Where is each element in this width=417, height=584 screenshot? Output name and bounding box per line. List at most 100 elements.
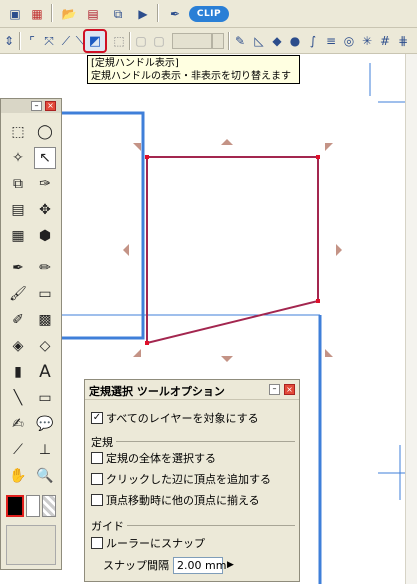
minimize-button[interactable]: – (269, 384, 280, 395)
toolbar-separator (19, 32, 21, 50)
select-whole-checkbox[interactable] (91, 452, 103, 464)
toolbar-separator (228, 32, 230, 50)
ruler-tool-icon[interactable]: ▤ (7, 199, 29, 221)
zoom-icon[interactable]: 🔍 (34, 465, 56, 487)
move-icon[interactable]: ✥ (34, 199, 56, 221)
tool-toolbar: ⇕ ⌜ ⤧ ⟋ ⟍ ◩ ⬚ ▢ ▢ ✎ ◺ ◆ ● ∫ ≡ ◎ ✳ # ⋕ (0, 28, 417, 54)
handle-marker (325, 143, 333, 151)
minimize-button[interactable]: – (31, 101, 42, 111)
toolbar-separator (157, 4, 159, 22)
grid-icon[interactable]: # (376, 32, 394, 50)
radial-icon[interactable]: ✳ (358, 32, 376, 50)
bucket-icon[interactable]: ◇ (34, 335, 56, 357)
close-button[interactable]: × (284, 384, 295, 395)
triangle-icon[interactable]: ◺ (250, 32, 268, 50)
magic-wand-icon[interactable]: ✧ (7, 147, 29, 169)
gradient-icon[interactable]: ▮ (7, 361, 29, 383)
correction-icon[interactable]: ⟋ (7, 439, 29, 461)
rectangle-icon[interactable]: ▭ (34, 387, 56, 409)
disabled-field (172, 33, 212, 49)
pen-icon[interactable]: ✎ (231, 32, 249, 50)
more-icon[interactable]: ⋕ (394, 32, 412, 50)
transform-icon[interactable]: ⤧ (40, 32, 58, 50)
new-page-icon[interactable]: ▤ (84, 5, 102, 23)
foreground-color-swatch[interactable] (6, 495, 24, 517)
balloon-pen-icon[interactable]: ✍ (7, 413, 29, 435)
text-icon[interactable]: A (34, 361, 56, 383)
close-button[interactable]: × (45, 101, 56, 111)
pencil-icon[interactable]: ✏ (34, 257, 56, 279)
tool-preview-area (6, 525, 56, 565)
brush-icon[interactable]: 🖌 (7, 283, 29, 305)
eyedropper-icon[interactable]: ✑ (34, 173, 56, 195)
play-icon[interactable]: ▶ (134, 5, 152, 23)
toolbar-separator (129, 32, 131, 50)
ruler-snap-option[interactable]: ルーラーにスナップ (91, 535, 205, 551)
object-select-icon[interactable]: ↖ (34, 147, 56, 169)
tooltip-title: [定規ハンドル表示] (91, 58, 179, 69)
ruler-snap-label: ルーラーにスナップ (106, 537, 205, 550)
add-vertex-checkbox[interactable] (91, 473, 103, 485)
stamp-icon[interactable]: ⊥ (34, 439, 56, 461)
circle-icon[interactable]: ● (286, 32, 304, 50)
tooltip-description: 定規ハンドルの表示・非表示を切り替えます (91, 71, 291, 82)
palette-titlebar[interactable]: – × (1, 99, 61, 113)
option-titlebar[interactable]: 定規選択 ツールオプション – × (85, 380, 299, 400)
dotted-select-icon[interactable]: ⬚ (110, 32, 128, 50)
page-manager-icon[interactable]: ⧉ (109, 5, 127, 23)
window-icon[interactable]: ▣ (6, 5, 24, 23)
spin-arrow-icon[interactable]: ▶ (227, 560, 234, 570)
corner-select-icon[interactable]: ⌜ (23, 32, 41, 50)
marker-icon[interactable]: ✐ (7, 309, 29, 331)
transparent-color-swatch[interactable] (42, 495, 56, 517)
handle-marker (123, 244, 129, 256)
snap-interval-label: スナップ間隔 (103, 559, 169, 572)
vertical-scrollbar[interactable] (405, 54, 417, 584)
add-vertex-label: クリックした辺に頂点を追加する (106, 473, 271, 486)
add-vertex-option[interactable]: クリックした辺に頂点を追加する (91, 471, 271, 487)
all-layers-label: すべてのレイヤーを対象にする (106, 412, 259, 425)
all-layers-checkbox[interactable]: ✓ (91, 412, 103, 424)
color-palette-icon[interactable]: ▦ (28, 5, 46, 23)
tone-icon[interactable]: ▩ (34, 309, 56, 331)
pen-settings-icon[interactable]: ✒ (166, 5, 184, 23)
eraser-icon[interactable]: ▭ (34, 283, 56, 305)
frame-icon[interactable]: ▦ (7, 225, 29, 247)
all-layers-option[interactable]: ✓ すべてのレイヤーを対象にする (91, 410, 259, 426)
ruler-handle-toggle-button[interactable]: ◩ (83, 29, 107, 53)
section-guide-label: ガイド (91, 520, 127, 533)
curve-icon[interactable]: ∫ (304, 32, 322, 50)
tool-palette: – × ⬚ ◯ ✧ ↖ ⧉ ✑ ▤ ✥ ▦ ⬢ ✒ ✏ 🖌 ▭ ✐ ▩ ◈ ◇ … (0, 98, 62, 570)
up-down-arrow-icon[interactable]: ⇕ (0, 32, 18, 50)
handle-marker (221, 356, 233, 362)
tool-option-window: 定規選択 ツールオプション – × ✓ すべてのレイヤーを対象にする 定規 定規… (84, 379, 300, 582)
fill-icon[interactable]: ◈ (7, 335, 29, 357)
align-vertex-option[interactable]: 頂点移動時に他の頂点に揃える (91, 492, 260, 508)
layer-move-icon[interactable]: ⧉ (7, 173, 29, 195)
parallel-lines-icon[interactable]: ≡ (322, 32, 340, 50)
pen-tool-icon[interactable]: ✒ (7, 257, 29, 279)
background-color-swatch[interactable] (26, 495, 40, 517)
select-whole-label: 定規の全体を選択する (106, 452, 216, 465)
concentric-icon[interactable]: ◎ (340, 32, 358, 50)
handle-marker (336, 244, 342, 256)
align-vertex-checkbox[interactable] (91, 494, 103, 506)
clip-logo[interactable]: CLIP (189, 6, 229, 22)
open-folder-icon[interactable]: 📂 (60, 5, 78, 23)
balloon-icon[interactable]: 💬 (34, 413, 56, 435)
select-whole-option[interactable]: 定規の全体を選択する (91, 450, 216, 466)
disabled-spin (212, 33, 224, 49)
hand-icon[interactable]: ✋ (7, 465, 29, 487)
lasso-icon[interactable]: ◯ (34, 121, 56, 143)
toolbar-separator (51, 4, 53, 22)
cube-icon[interactable]: ◆ (268, 32, 286, 50)
3d-icon[interactable]: ⬢ (34, 225, 56, 247)
line-icon[interactable]: ╲ (7, 387, 29, 409)
top-toolbar: ▣ ▦ 📂 ▤ ⧉ ▶ ✒ CLIP (0, 0, 417, 28)
rect-select-icon[interactable]: ⬚ (7, 121, 29, 143)
tooltip: [定規ハンドル表示] 定規ハンドルの表示・非表示を切り替えます (87, 55, 300, 84)
snap-interval-input[interactable]: 2.00 mm (173, 556, 226, 574)
ruler-snap-checkbox[interactable] (91, 537, 103, 549)
snap-interval-row: スナップ間隔 2.00 mm ▶ (103, 556, 234, 574)
disabled-icon-2: ▢ (153, 34, 165, 48)
